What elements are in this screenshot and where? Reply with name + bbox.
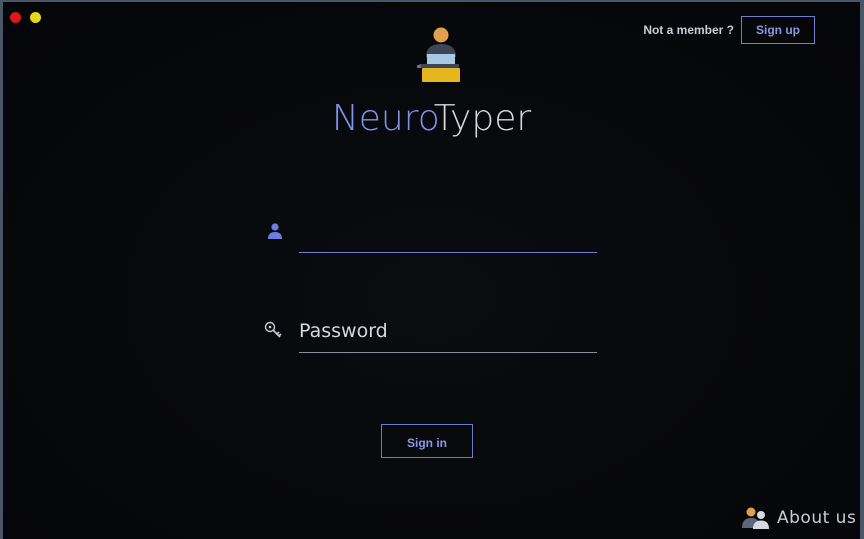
username-underline — [299, 252, 597, 253]
about-us-link[interactable]: About us — [741, 505, 856, 531]
sign-in-button[interactable]: Sign in — [381, 424, 473, 458]
login-window: Not a member ? Sign up NeuroTyper Sign i… — [3, 2, 860, 539]
app-title-part2: Typer — [433, 98, 532, 139]
typist-logo-icon — [417, 27, 460, 82]
user-icon — [268, 223, 282, 239]
password-underline — [299, 352, 597, 353]
username-input[interactable] — [299, 222, 597, 252]
people-icon — [742, 507, 769, 529]
app-title-part1: Neuro — [331, 98, 434, 139]
minimize-window-button[interactable] — [30, 12, 41, 23]
sign-up-button[interactable]: Sign up — [741, 16, 815, 44]
about-us-label: About us — [777, 508, 857, 528]
key-icon — [264, 321, 282, 338]
close-window-button[interactable] — [10, 12, 21, 23]
not-member-text: Not a member ? — [643, 23, 734, 37]
app-title: NeuroTyper — [3, 98, 860, 139]
password-input[interactable] — [299, 316, 597, 346]
